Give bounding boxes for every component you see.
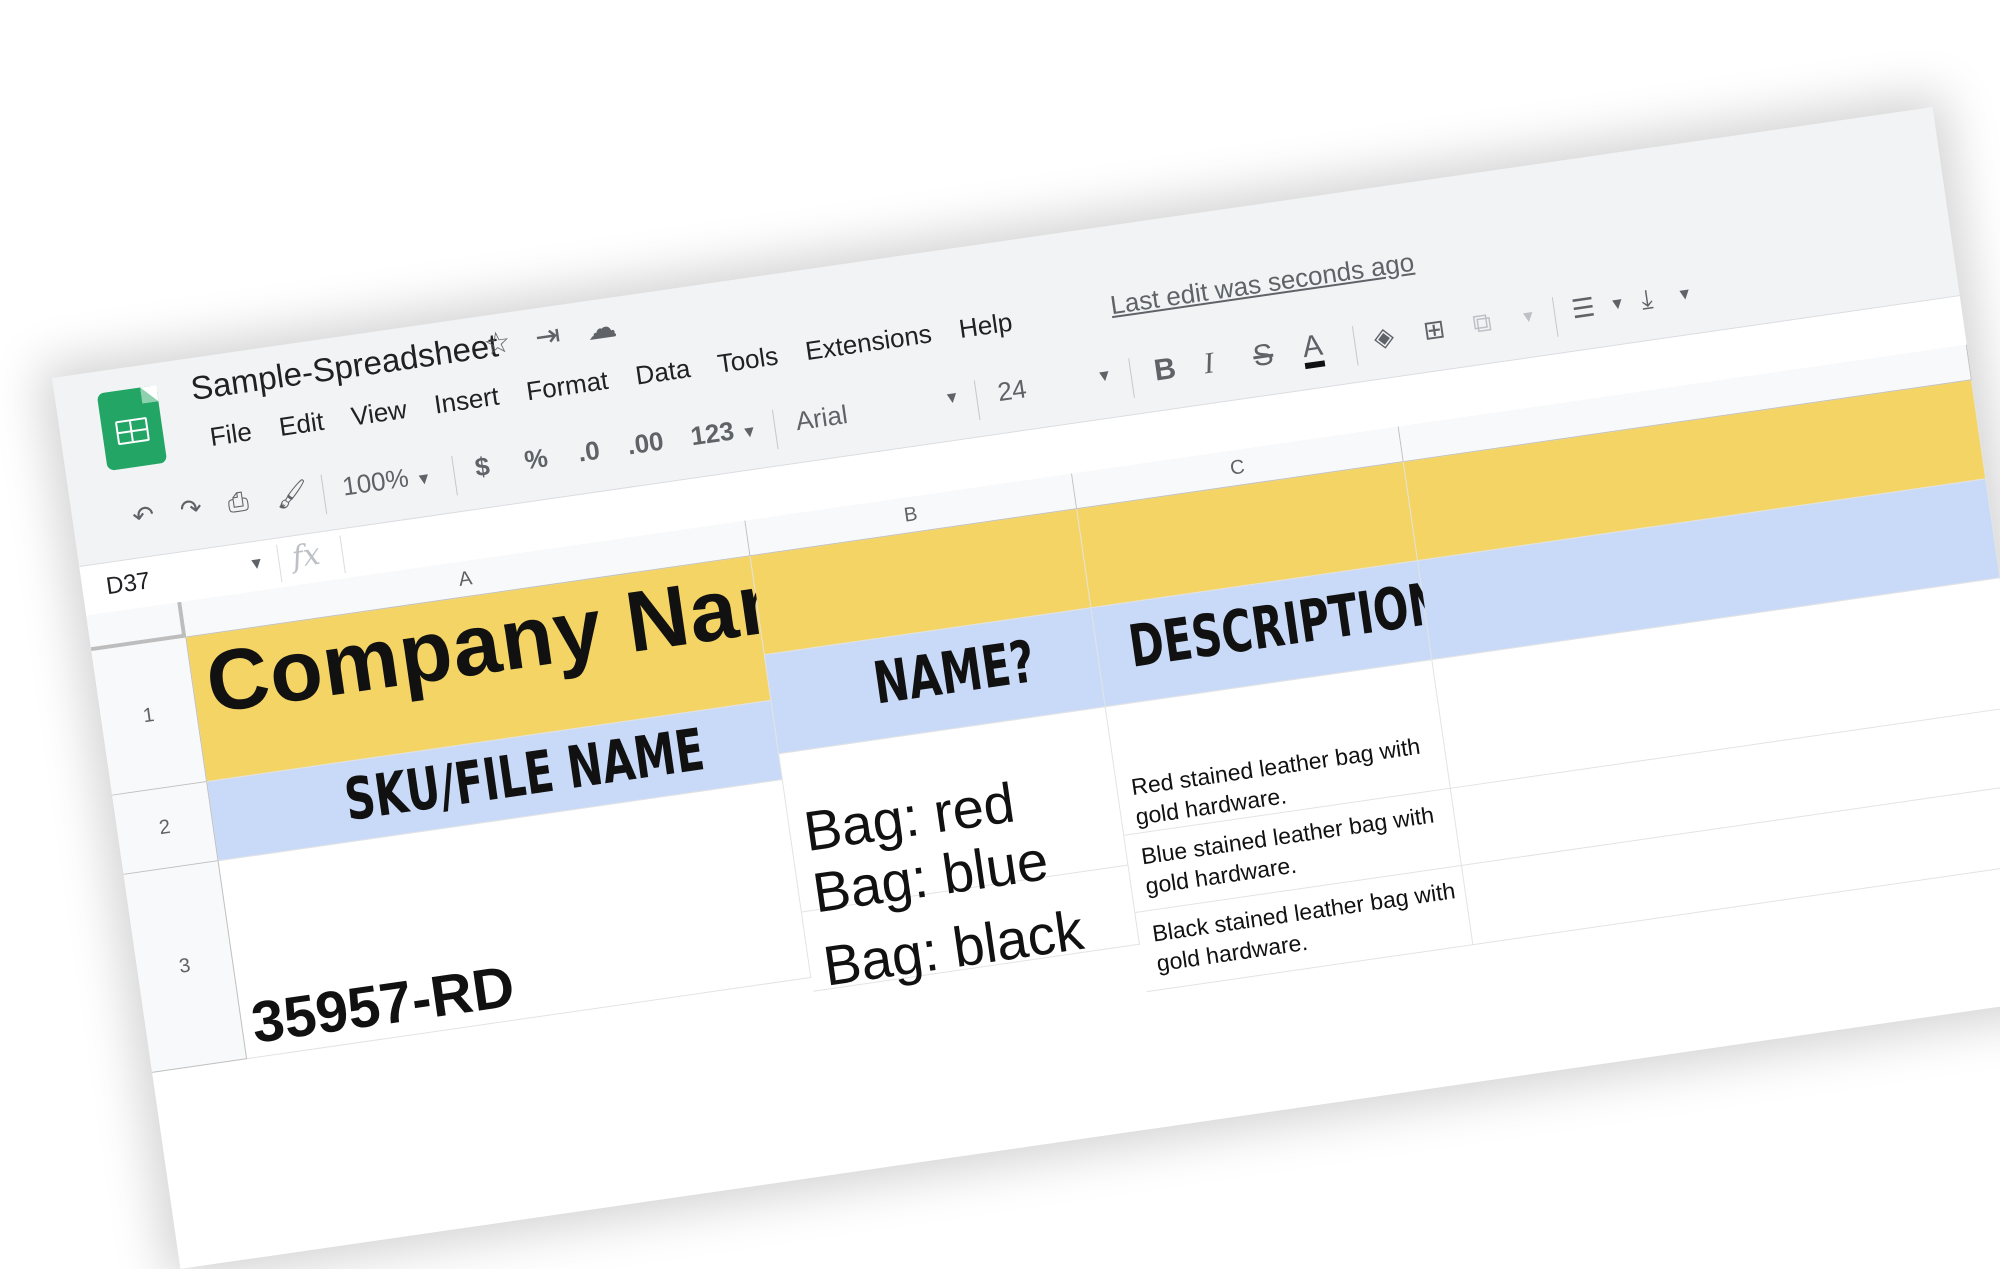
align-left-icon[interactable]: ☰: [1570, 291, 1597, 325]
chevron-down-icon: ▼: [414, 469, 433, 490]
font-select[interactable]: Arial ▼: [794, 381, 977, 437]
italic-button[interactable]: I: [1201, 346, 1216, 381]
increase-decimal-button[interactable]: .00: [625, 426, 665, 462]
cloud-saved-icon[interactable]: ☁: [584, 309, 619, 348]
paint-format-icon[interactable]: 🖌: [273, 477, 310, 512]
redo-icon[interactable]: ↷: [178, 492, 204, 526]
zoom-select[interactable]: 100% ▼: [340, 459, 433, 502]
font-value: Arial: [793, 399, 850, 437]
bold-button[interactable]: B: [1152, 352, 1178, 389]
menu-view[interactable]: View: [349, 394, 409, 433]
menu-edit[interactable]: Edit: [277, 406, 326, 443]
chevron-down-icon: ▼: [740, 423, 759, 443]
fill-color-icon[interactable]: ◈: [1372, 320, 1396, 354]
chevron-down-icon: ▼: [942, 388, 962, 408]
text-color-button[interactable]: A: [1300, 329, 1326, 370]
vertical-align-bottom-icon[interactable]: ⤓: [1639, 283, 1655, 316]
chevron-down-icon[interactable]: ▼: [1608, 295, 1626, 315]
strikethrough-button[interactable]: S: [1251, 338, 1276, 375]
chevron-down-icon[interactable]: ▼: [1676, 285, 1694, 305]
menu-data[interactable]: Data: [633, 353, 692, 392]
sheets-logo-icon[interactable]: [96, 385, 168, 471]
borders-icon[interactable]: ⊞: [1421, 313, 1447, 347]
star-icon[interactable]: ☆: [481, 324, 513, 362]
menu-help[interactable]: Help: [957, 307, 1014, 345]
more-formats-label: 123: [688, 415, 736, 452]
decrease-decimal-button[interactable]: .0: [576, 435, 602, 469]
chevron-down-icon: ▼: [1095, 366, 1114, 386]
percent-button[interactable]: %: [522, 442, 549, 476]
menu-file[interactable]: File: [208, 416, 254, 453]
spreadsheet-window: Sample-Spreadsheet ☆ ⇥ ☁ File Edit View …: [52, 107, 2000, 1269]
sku-value: 35957-RD: [247, 953, 519, 1056]
menu-extensions[interactable]: Extensions: [803, 318, 933, 367]
font-size-value: 24: [995, 373, 1029, 408]
move-to-folder-icon[interactable]: ⇥: [533, 317, 563, 355]
row-header-2[interactable]: 2: [112, 781, 219, 875]
print-icon[interactable]: ⎙: [226, 485, 251, 520]
font-size-select[interactable]: 24 ▼: [996, 359, 1129, 408]
function-icon: fx: [289, 536, 323, 576]
chevron-down-icon[interactable]: ▼: [248, 555, 266, 575]
merge-cells-icon[interactable]: ⧉: [1471, 306, 1494, 340]
zoom-value: 100%: [340, 462, 411, 502]
chevron-down-icon[interactable]: ▼: [1519, 308, 1537, 328]
name-value-3: Bag: black: [819, 897, 1088, 998]
menu-tools[interactable]: Tools: [716, 340, 781, 379]
undo-icon[interactable]: ↶: [130, 499, 156, 533]
currency-button[interactable]: $: [473, 451, 492, 484]
menu-insert[interactable]: Insert: [432, 381, 501, 421]
name-box[interactable]: D37: [104, 567, 152, 601]
menu-format[interactable]: Format: [524, 365, 610, 407]
name-header-text: NAME?: [869, 627, 1039, 718]
last-edit-link[interactable]: Last edit was seconds ago: [1108, 247, 1416, 321]
more-formats-button[interactable]: 123 ▼: [689, 412, 759, 452]
